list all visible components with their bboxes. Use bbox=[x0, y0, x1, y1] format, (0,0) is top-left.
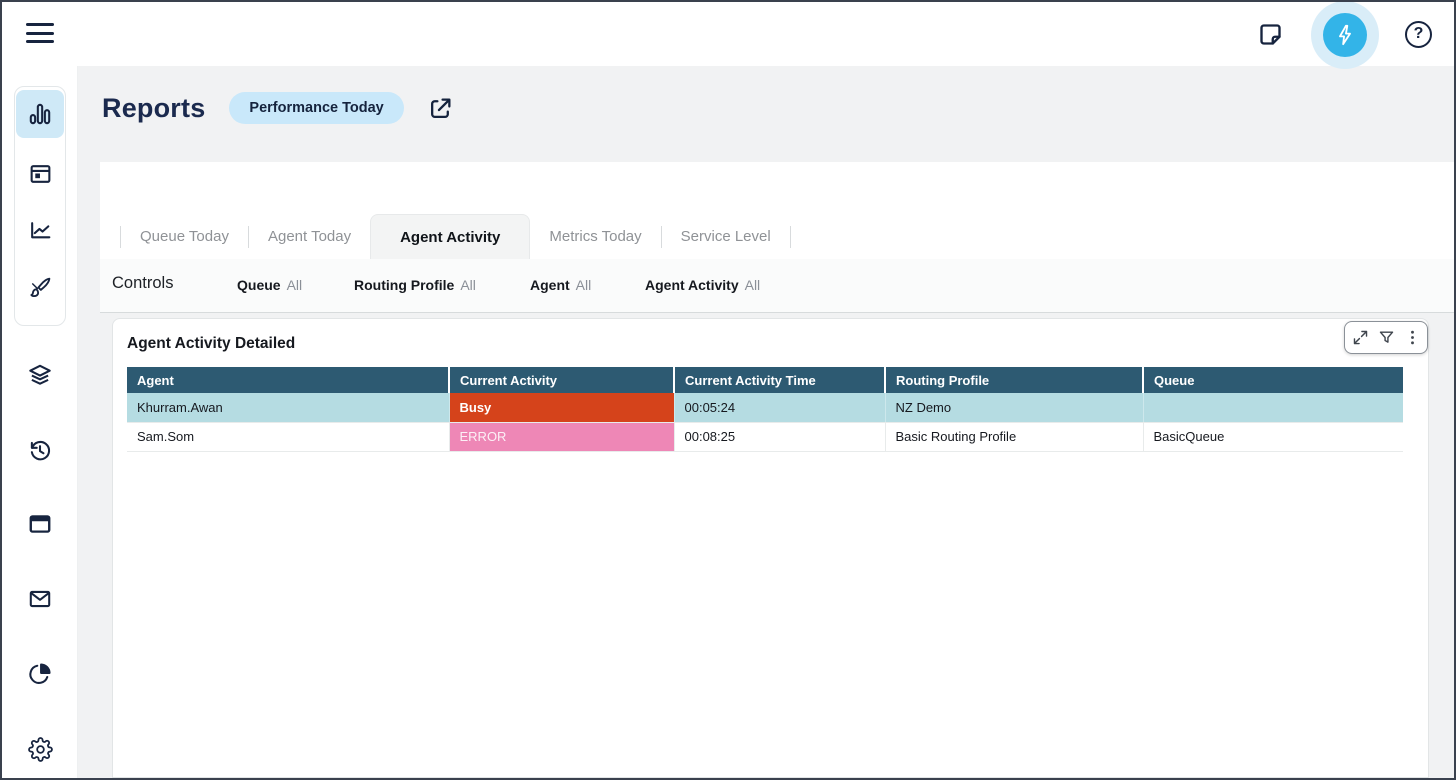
tab-agent-activity[interactable]: Agent Activity bbox=[370, 214, 530, 259]
cell-agent: Khurram.Awan bbox=[127, 393, 449, 422]
filter-agent[interactable]: Agent All bbox=[530, 277, 591, 293]
sidebar-item-settings[interactable] bbox=[16, 725, 64, 773]
cell-activity-time: 00:05:24 bbox=[674, 393, 885, 422]
agent-activity-widget: Agent Activity Detailed bbox=[112, 318, 1429, 778]
tab-queue-today[interactable]: Queue Today bbox=[121, 214, 248, 259]
col-agent[interactable]: Agent bbox=[127, 367, 449, 393]
col-current-activity-time[interactable]: Current Activity Time bbox=[674, 367, 885, 393]
cell-current-activity: Busy bbox=[449, 393, 674, 422]
sidebar-item-pie-reports[interactable] bbox=[16, 650, 64, 698]
controls-bar: Controls Queue All Routing Profile All Age… bbox=[100, 259, 1454, 313]
agent-activity-table: Agent Current Activity Current Activity … bbox=[127, 367, 1403, 452]
cell-queue: BasicQueue bbox=[1143, 422, 1403, 451]
controls-label: Controls bbox=[112, 274, 173, 293]
filter-queue[interactable]: Queue All bbox=[237, 277, 302, 293]
paintbrush-icon bbox=[28, 275, 53, 300]
sidebar-item-trends[interactable] bbox=[16, 206, 64, 254]
cell-routing-profile: NZ Demo bbox=[885, 393, 1143, 422]
filter-value: All bbox=[287, 277, 303, 293]
widget-toolbar bbox=[1344, 321, 1428, 354]
layers-icon bbox=[27, 362, 53, 388]
page-title: Reports bbox=[102, 93, 205, 124]
sidebar-item-mail[interactable] bbox=[16, 575, 64, 623]
lightning-button[interactable] bbox=[1323, 13, 1367, 57]
table-row[interactable]: Sam.Som ERROR 00:08:25 Basic Routing Pro… bbox=[127, 422, 1403, 451]
page-header: Reports Performance Today bbox=[102, 92, 453, 124]
col-routing-profile[interactable]: Routing Profile bbox=[885, 367, 1143, 393]
expand-icon[interactable] bbox=[1349, 327, 1371, 349]
sidebar-item-window[interactable] bbox=[16, 500, 64, 548]
filter-value: All bbox=[576, 277, 592, 293]
hamburger-menu-icon[interactable] bbox=[26, 23, 54, 45]
filter-funnel-icon[interactable] bbox=[1375, 327, 1397, 349]
note-icon[interactable] bbox=[1255, 19, 1285, 49]
help-icon[interactable]: ? bbox=[1405, 21, 1432, 48]
history-icon bbox=[27, 437, 53, 463]
cell-routing-profile: Basic Routing Profile bbox=[885, 422, 1143, 451]
col-current-activity[interactable]: Current Activity bbox=[449, 367, 674, 393]
sidebar-item-reports[interactable] bbox=[16, 90, 64, 138]
tab-service-level[interactable]: Service Level bbox=[662, 214, 790, 259]
cell-activity-time: 00:08:25 bbox=[674, 422, 885, 451]
gear-icon bbox=[28, 737, 53, 762]
main-content: Reports Performance Today Queue Today Ag… bbox=[78, 66, 1454, 778]
top-bar: ? bbox=[2, 2, 1454, 66]
col-queue[interactable]: Queue bbox=[1143, 367, 1403, 393]
filter-name: Agent bbox=[530, 277, 570, 293]
tab-divider bbox=[790, 226, 791, 248]
filter-value: All bbox=[745, 277, 761, 293]
help-glyph: ? bbox=[1414, 25, 1424, 43]
sidebar-item-design[interactable] bbox=[16, 263, 64, 311]
tab-strip: Queue Today Agent Today Agent Activity M… bbox=[120, 214, 791, 259]
filter-name: Routing Profile bbox=[354, 277, 454, 293]
performance-today-badge[interactable]: Performance Today bbox=[229, 92, 403, 124]
lightning-button-halo bbox=[1311, 1, 1379, 69]
mail-icon bbox=[27, 586, 53, 612]
table-header-row: Agent Current Activity Current Activity … bbox=[127, 367, 1403, 393]
filter-value: All bbox=[460, 277, 476, 293]
browser-window-icon bbox=[27, 511, 53, 537]
sidebar-item-layers[interactable] bbox=[16, 351, 64, 399]
tab-strip-container: Queue Today Agent Today Agent Activity M… bbox=[100, 162, 1454, 259]
table-row[interactable]: Khurram.Awan Busy 00:05:24 NZ Demo bbox=[127, 393, 1403, 422]
tab-metrics-today[interactable]: Metrics Today bbox=[530, 214, 660, 259]
sidebar-item-history[interactable] bbox=[16, 426, 64, 474]
sidebar bbox=[2, 66, 78, 778]
line-chart-icon bbox=[28, 218, 53, 243]
tab-agent-today[interactable]: Agent Today bbox=[249, 214, 370, 259]
calendar-icon bbox=[28, 161, 53, 186]
app-window: ? bbox=[0, 0, 1456, 780]
bar-chart-icon bbox=[27, 101, 53, 127]
widget-title: Agent Activity Detailed bbox=[127, 335, 295, 353]
cell-current-activity: ERROR bbox=[449, 422, 674, 451]
filter-name: Queue bbox=[237, 277, 281, 293]
cell-agent: Sam.Som bbox=[127, 422, 449, 451]
sidebar-item-schedule[interactable] bbox=[16, 149, 64, 197]
filter-agent-activity[interactable]: Agent Activity All bbox=[645, 277, 760, 293]
external-link-icon[interactable] bbox=[428, 96, 453, 121]
topbar-actions: ? bbox=[1255, 2, 1432, 66]
filter-routing-profile[interactable]: Routing Profile All bbox=[354, 277, 476, 293]
filter-name: Agent Activity bbox=[645, 277, 739, 293]
cell-queue bbox=[1143, 393, 1403, 422]
pie-chart-icon bbox=[27, 661, 53, 687]
kebab-menu-icon[interactable] bbox=[1401, 327, 1423, 349]
